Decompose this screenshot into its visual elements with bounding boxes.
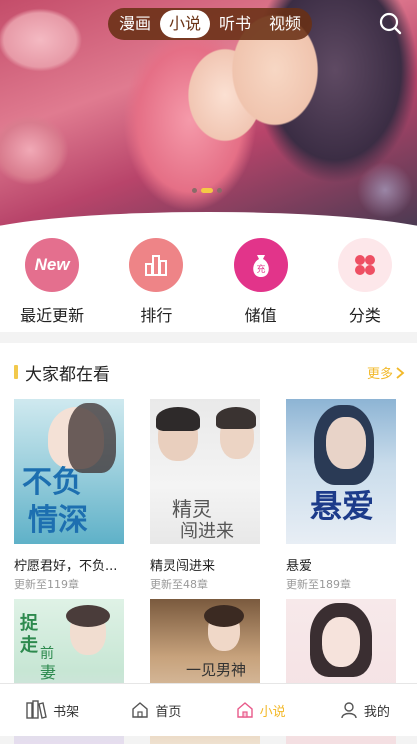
section-accent-bar <box>14 365 18 379</box>
shortcut-top-up[interactable]: 充 储值 <box>209 228 313 332</box>
tab-videos[interactable]: 视频 <box>260 10 310 38</box>
tab-novel[interactable]: 小说 <box>209 684 313 736</box>
shortcut-label: 储值 <box>244 306 277 325</box>
more-link[interactable]: 更多 <box>367 363 405 382</box>
carousel-indicator <box>192 188 222 193</box>
shortcut-ranking[interactable]: 排行 <box>104 228 208 332</box>
book-card[interactable]: 悬爱 悬爱 更新至189章 <box>286 399 398 592</box>
book-chapter-count: 更新至119章 <box>14 578 79 591</box>
shortcut-label: 排行 <box>140 306 173 325</box>
tab-label: 小说 <box>259 704 286 720</box>
shortcut-label: 最近更新 <box>20 306 85 325</box>
ranking-icon <box>129 238 184 292</box>
book-card[interactable]: 精灵 闯进来 精灵闯进来 更新至48章 <box>150 399 262 592</box>
tab-label: 书架 <box>53 704 80 720</box>
book-chapter-count: 更新至48章 <box>150 578 208 591</box>
tab-profile[interactable]: 我的 <box>313 684 417 736</box>
book-chapter-count: 更新至189章 <box>286 578 351 591</box>
money-bag-icon: 充 <box>233 238 288 292</box>
carousel-dot <box>217 188 222 193</box>
book-title: 柠愿君好，不负... <box>14 559 118 574</box>
carousel-dot-active <box>201 188 213 193</box>
section-header: 大家都在看 更多 <box>0 343 417 395</box>
tab-label: 我的 <box>363 704 390 720</box>
book-card[interactable]: 不负 情深 柠愿君好，不负... 更新至119章 <box>14 399 126 592</box>
book-cover: 不负 情深 <box>14 399 124 544</box>
tab-bookshelf[interactable]: 书架 <box>0 684 104 736</box>
shortcut-recent-updates[interactable]: New 最近更新 <box>0 228 104 332</box>
section-title: 大家都在看 <box>25 365 110 385</box>
book-title: 精灵闯进来 <box>150 559 216 574</box>
chevron-right-icon <box>396 366 405 379</box>
tab-comics[interactable]: 漫画 <box>110 10 160 38</box>
banner-curve <box>0 212 417 228</box>
shortcut-label: 分类 <box>348 306 381 325</box>
home-icon <box>132 702 149 718</box>
carousel-dot <box>192 188 197 193</box>
svg-text:充: 充 <box>256 263 265 275</box>
category-shortcuts: New 最近更新 排行 充 储值 分类 <box>0 228 417 332</box>
category-icon <box>337 238 392 292</box>
tab-home[interactable]: 首页 <box>104 684 208 736</box>
novel-icon <box>236 702 253 718</box>
tab-audiobooks[interactable]: 听书 <box>210 10 260 38</box>
shortcut-categories[interactable]: 分类 <box>313 228 417 332</box>
tab-label: 首页 <box>155 704 182 720</box>
book-cover: 悬爱 <box>286 399 396 544</box>
tab-novels[interactable]: 小说 <box>160 10 210 38</box>
search-icon[interactable] <box>377 10 403 36</box>
profile-icon <box>341 702 357 719</box>
popular-section: 大家都在看 更多 不负 情深 柠愿君好，不负... 更新至119章 精灵 闯进来… <box>0 343 417 744</box>
new-icon: New <box>25 238 80 292</box>
book-title: 悬爱 <box>286 559 313 574</box>
book-cover: 精灵 闯进来 <box>150 399 260 544</box>
more-label: 更多 <box>366 367 393 382</box>
bookshelf-icon <box>26 700 47 719</box>
bottom-tab-bar: 书架 首页 小说 我的 <box>0 683 417 736</box>
top-nav: 漫画 小说 听书 视频 <box>108 8 312 40</box>
